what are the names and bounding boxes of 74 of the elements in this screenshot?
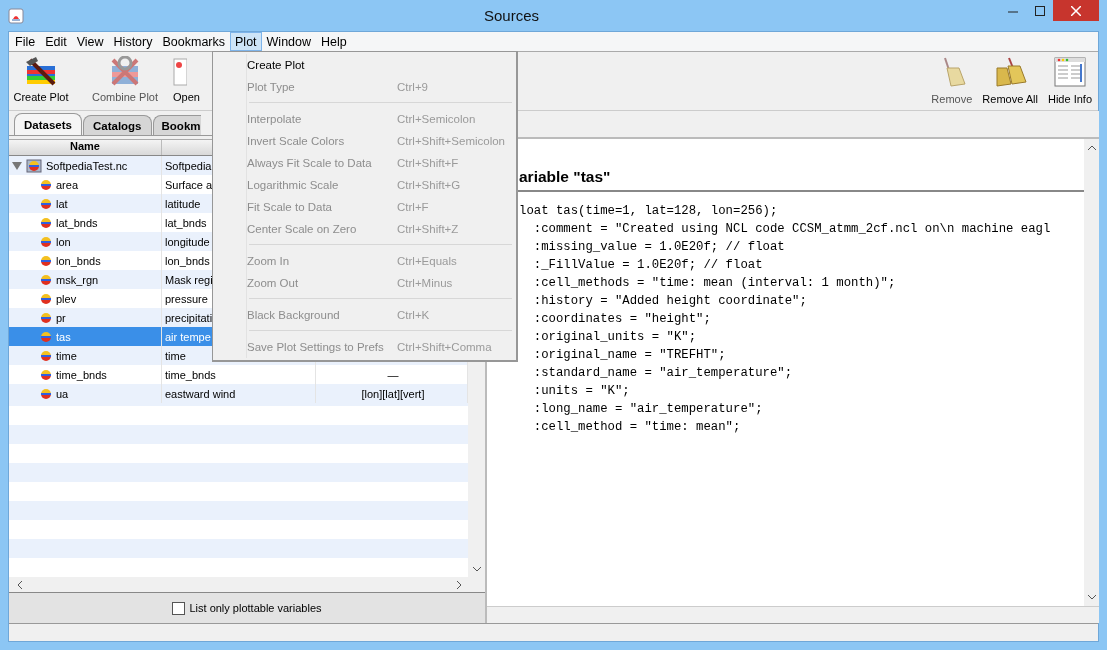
menu-item[interactable]: Edit xyxy=(40,32,72,51)
expanded-arrow-icon xyxy=(12,161,22,170)
tab[interactable]: Catalogs xyxy=(82,115,152,135)
table-cell: Mask regi xyxy=(165,273,213,286)
tree-item-label[interactable]: area xyxy=(56,178,79,191)
table-cell: time xyxy=(165,349,186,362)
tree-item-label[interactable]: msk_rgn xyxy=(56,273,99,286)
table-cell: time_bnds xyxy=(165,368,216,381)
variable-icon xyxy=(40,330,52,343)
menu-item[interactable]: View xyxy=(71,32,109,51)
toolbar-button[interactable]: Open xyxy=(165,56,203,103)
close-icon xyxy=(1071,5,1081,16)
app-icon xyxy=(8,7,24,24)
table-cell: longitude xyxy=(165,235,210,248)
document-icon xyxy=(173,56,187,86)
toolbar-button[interactable]: Hide Info xyxy=(1044,56,1095,105)
checkbox[interactable] xyxy=(172,601,186,615)
table-cell: lon_bnds xyxy=(165,254,210,267)
variable-icon xyxy=(40,273,52,286)
brooms-icon xyxy=(993,56,1028,88)
variable-icon xyxy=(40,387,52,400)
maximize-icon xyxy=(1034,5,1045,16)
table-cell: Surface a xyxy=(165,178,213,191)
scroll-up-icon xyxy=(1087,145,1096,150)
tree-item-label[interactable]: lon_bnds xyxy=(56,254,101,267)
table-cell: eastward wind xyxy=(165,387,236,400)
variable-icon xyxy=(40,368,52,381)
window-panels-icon xyxy=(1054,56,1086,88)
window-title: Sources xyxy=(483,7,540,24)
tree-item-label[interactable]: lat xyxy=(56,197,68,210)
tab[interactable]: Bookm xyxy=(152,115,201,135)
scroll-right-icon xyxy=(457,580,462,589)
variable-icon xyxy=(40,254,52,267)
scroll-down-icon xyxy=(1087,595,1096,600)
table-cell: [lon][lat][vert] xyxy=(361,387,425,400)
menu-item[interactable]: Create Plot xyxy=(213,54,516,76)
menu-item[interactable]: File xyxy=(10,32,41,51)
table-cell: air tempe xyxy=(165,330,211,343)
dataset-file-icon xyxy=(26,158,42,173)
variable-icon xyxy=(40,311,52,324)
tree-item-label[interactable]: plev xyxy=(56,292,77,305)
table-cell: latitude xyxy=(165,197,201,210)
table-cell: lat_bnds xyxy=(165,216,207,229)
table-cell: pressure xyxy=(165,292,208,305)
tree-item-label[interactable]: time_bnds xyxy=(56,368,107,381)
tree-item-label[interactable]: pr xyxy=(56,311,66,324)
tree-item-label[interactable]: SoftpediaTest.nc xyxy=(46,159,128,172)
tree-item-label[interactable]: lon xyxy=(56,235,71,248)
menu-item[interactable]: Window xyxy=(261,32,317,51)
menu-item[interactable]: Help xyxy=(316,32,352,51)
variable-details: loat tas(time=1, lat=128, lon=256); :comment = "Created using NCL code CCSM_atmm_2cf.ncl on\n machine eagl :missing_value = 1.0E20f; // float :_FillValue = 1.0E20f; // float :cell_methods = "time: mean (interval: 1 month)"; :history = "Added height coordinate"; :coordinates = "height"; :original_units = "K"; :original_name = "TREFHT"; :standard_name = "air_temperature"; :units = "K"; :long_name = "air_temperature"; :cell_method = "time: mean"; xyxy=(519,203,1052,436)
scroll-left-icon xyxy=(17,580,22,589)
variable-icon xyxy=(40,349,52,362)
table-cell: Softpedia xyxy=(165,159,212,172)
tree-item-label[interactable]: ua xyxy=(56,387,69,400)
tree-item-label[interactable]: time xyxy=(56,349,77,362)
variable-icon xyxy=(40,235,52,248)
table-cell: — xyxy=(387,368,399,381)
checkbox-label[interactable]: List only plottable variables xyxy=(189,602,322,614)
variable-icon xyxy=(40,216,52,229)
menu-item[interactable]: Bookmarks xyxy=(157,32,230,51)
tab[interactable]: Datasets xyxy=(14,113,82,135)
menu-item[interactable]: Plot xyxy=(230,32,262,51)
table-cell: precipitati xyxy=(165,311,213,324)
scroll-down-icon xyxy=(472,567,481,572)
variable-icon xyxy=(40,292,52,305)
variable-icon xyxy=(40,197,52,210)
menu-item[interactable]: History xyxy=(108,32,158,51)
close-button[interactable] xyxy=(1053,0,1099,21)
hammer-chart-icon xyxy=(24,56,58,86)
toolbar-button[interactable]: Create Plot xyxy=(9,56,73,103)
toolbar-button[interactable]: Remove All xyxy=(979,56,1041,105)
tree-item-label[interactable]: lat_bnds xyxy=(56,216,98,229)
variable-icon xyxy=(40,178,52,191)
